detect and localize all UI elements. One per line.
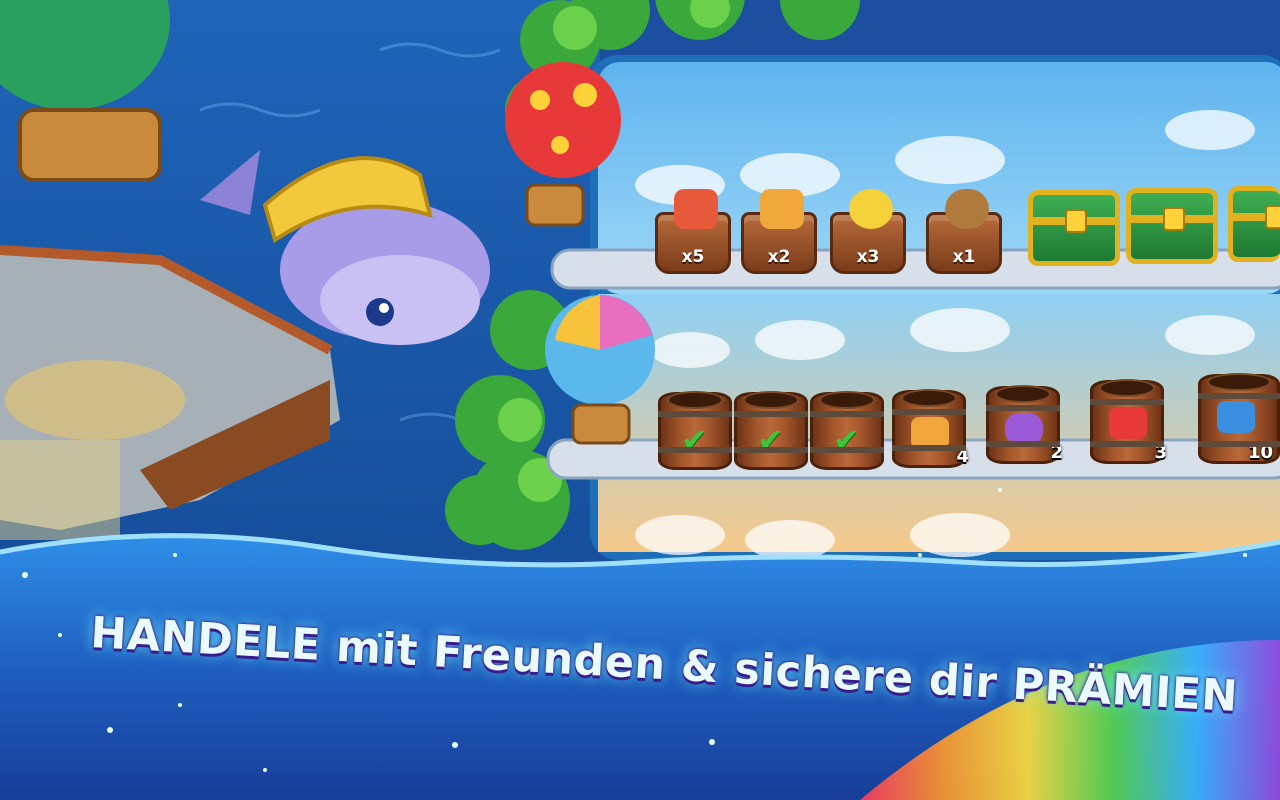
blue-fabric-icon	[1217, 401, 1255, 433]
jam-jar-icon	[1005, 413, 1043, 445]
order-shelf: x5 x2 x3 x1	[0, 0, 1280, 300]
crate-quantity: x2	[767, 247, 791, 267]
delivery-barrel[interactable]: ✔	[810, 391, 884, 470]
crystal-ore-icon	[760, 189, 804, 229]
lock-icon	[1163, 207, 1185, 231]
order-crate[interactable]: x2	[741, 189, 817, 274]
barrel-count: 4	[956, 446, 969, 467]
delivery-barrel[interactable]: 10	[1198, 373, 1280, 464]
crate-quantity: x1	[952, 247, 976, 267]
check-icon: ✔	[833, 421, 860, 459]
check-icon: ✔	[757, 421, 784, 459]
barrel-count: 2	[1050, 442, 1063, 463]
delivery-barrel[interactable]: ✔	[658, 391, 732, 470]
delivery-barrel[interactable]: 4	[892, 389, 969, 468]
crate-quantity: x3	[856, 247, 880, 267]
wood-log-icon	[945, 189, 989, 229]
lock-icon	[1265, 205, 1280, 229]
chest-icon[interactable]	[1126, 188, 1218, 264]
check-icon: ✔	[681, 421, 708, 459]
crate-quantity: x5	[681, 247, 705, 267]
barrel-count: 10	[1247, 442, 1273, 463]
delivery-barrel[interactable]: ✔	[734, 391, 808, 470]
delivery-shelf: ✔ ✔ ✔ 4 2 3 10	[0, 300, 1280, 500]
chest-icon[interactable]	[1028, 190, 1120, 266]
order-crate[interactable]: x5	[655, 189, 731, 274]
barrel-count: 3	[1154, 442, 1167, 463]
order-crate[interactable]: x1	[926, 189, 1002, 274]
gem-bundle-icon	[674, 189, 718, 229]
cheese-icon	[911, 417, 949, 449]
chest-icon[interactable]	[1228, 186, 1280, 262]
order-crate[interactable]: x3	[830, 189, 906, 274]
popcorn-icon	[1109, 407, 1147, 439]
lock-icon	[1065, 209, 1087, 233]
delivery-barrel[interactable]: 3	[1090, 379, 1167, 464]
delivery-barrel[interactable]: 2	[986, 385, 1063, 464]
potion-jar-icon	[849, 189, 893, 229]
